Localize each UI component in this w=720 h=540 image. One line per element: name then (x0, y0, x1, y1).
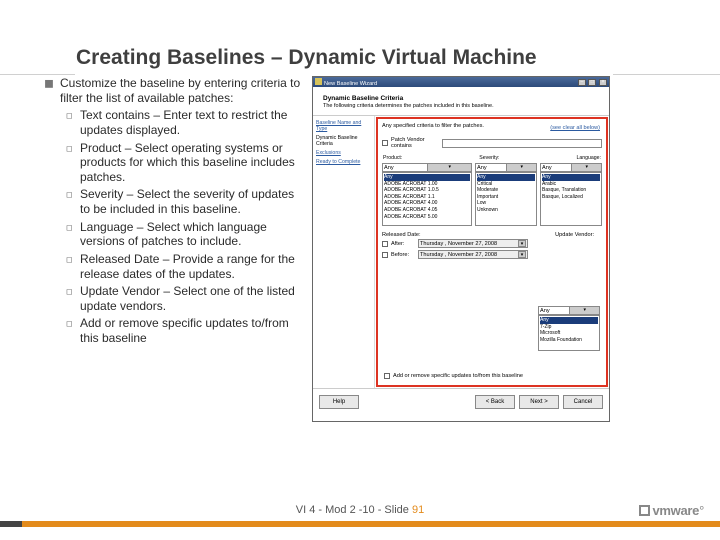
wizard-nav-item[interactable]: Baseline Name and Type (316, 120, 371, 132)
sub-item: Update Vendor – Select one of the listed… (80, 284, 302, 313)
bullet-icon: ◼ (44, 76, 60, 105)
list-item[interactable]: Arabic (542, 181, 600, 188)
vendor-label: Update Vendor: (555, 232, 594, 238)
filter-label: Patch Vendor contains (391, 137, 439, 149)
before-checkbox[interactable] (382, 252, 388, 258)
before-label: Before: (391, 252, 415, 258)
wizard-pane: Any specified criteria to filter the pat… (376, 117, 608, 387)
slide-title: Creating Baselines – Dynamic Virtual Mac… (76, 46, 676, 70)
sub-item: Released Date – Provide a range for the … (80, 252, 302, 281)
sub-item: Add or remove specific updates to/from t… (80, 316, 302, 345)
addrem-label: Add or remove specific updates to/from t… (393, 373, 523, 379)
wizard-titlebar[interactable]: New Baseline Wizard – □ × (313, 77, 609, 87)
col-language: Language: (576, 155, 601, 161)
vendor-listbox[interactable]: Any7-ZipMicrosoftMozilla Foundation (538, 315, 600, 351)
list-item[interactable]: Any (542, 174, 600, 181)
filter-hint: Any specified criteria to filter the pat… (382, 123, 484, 129)
sub-bullet-icon: ◻ (66, 141, 80, 185)
vendor-combo[interactable]: Any▾ (538, 306, 600, 315)
list-item[interactable]: Critical (477, 181, 535, 188)
cancel-button[interactable]: Cancel (563, 395, 603, 409)
list-item[interactable]: ADOBE ACROBAT 1.00 (384, 181, 470, 188)
after-checkbox[interactable] (382, 241, 388, 247)
list-item[interactable]: Basque, Localized (542, 194, 600, 201)
sub-bullet-icon: ◻ (66, 252, 80, 281)
list-item[interactable]: Any (540, 317, 598, 324)
list-item[interactable]: ADOBE ACROBAT 4.05 (384, 207, 470, 214)
sub-bullet-icon: ◻ (66, 220, 80, 249)
language-listbox[interactable]: AnyArabicBasque, TranslationBasque, Loca… (540, 172, 602, 226)
sub-item: Text contains – Enter text to restrict t… (80, 108, 302, 137)
wizard-window: New Baseline Wizard – □ × Dynamic Baseli… (312, 76, 610, 422)
chevron-down-icon: ▾ (506, 164, 537, 171)
col-product: Product: (383, 155, 402, 161)
list-item[interactable]: Low (477, 200, 535, 207)
list-item[interactable]: 7-Zip (540, 324, 598, 331)
text-column: ◼ Customize the baseline by entering cri… (44, 76, 302, 346)
close-button[interactable]: × (599, 79, 607, 86)
list-item[interactable]: ADOBE ACROBAT 5.00 (384, 214, 470, 221)
after-label: After: (391, 241, 415, 247)
released-label: Released Date: (382, 232, 421, 238)
wizard-icon (315, 78, 322, 85)
chevron-down-icon: ▾ (427, 164, 472, 171)
list-item[interactable]: Any (384, 174, 470, 181)
wizard-title: New Baseline Wizard (324, 81, 377, 87)
chevron-down-icon: ▾ (569, 307, 600, 314)
list-item[interactable]: Important (477, 194, 535, 201)
list-item[interactable]: Any (477, 174, 535, 181)
wizard-nav-item[interactable]: Ready to Complete (316, 159, 371, 165)
clear-all-link[interactable]: (see clear all below) (550, 125, 600, 131)
wizard-nav-item[interactable]: Exclusions (316, 150, 371, 156)
sub-bullet-icon: ◻ (66, 187, 80, 216)
list-item[interactable]: Basque, Translation (542, 187, 600, 194)
col-severity: Severity: (479, 155, 499, 161)
after-date[interactable]: Thursday , November 27, 2008▾ (418, 239, 528, 248)
list-item[interactable]: Mozilla Foundation (540, 337, 598, 344)
chevron-down-icon: ▾ (518, 251, 526, 258)
lead-text: Customize the baseline by entering crite… (60, 76, 302, 105)
next-button[interactable]: Next > (519, 395, 559, 409)
list-item[interactable]: ADOBE ACROBAT 1.0.5 (384, 187, 470, 194)
footer: VI 4 - Mod 2 -10 - Slide 91 vmware° (0, 508, 720, 540)
sub-bullet-icon: ◻ (66, 284, 80, 313)
maximize-button[interactable]: □ (588, 79, 596, 86)
minimize-button[interactable]: – (578, 79, 586, 86)
vendor-box: Any▾ Any7-ZipMicrosoftMozilla Foundation (538, 306, 600, 351)
product-combo[interactable]: Any▾ (382, 163, 472, 172)
wizard-nav-item[interactable]: Dynamic Baseline Criteria (316, 135, 371, 147)
sub-item: Product – Select operating systems or pr… (80, 141, 302, 185)
list-item[interactable]: Moderate (477, 187, 535, 194)
filter-checkbox[interactable] (382, 140, 388, 146)
addrem-checkbox[interactable] (384, 373, 390, 379)
footer-text: VI 4 - Mod 2 -10 - Slide (296, 504, 409, 516)
back-button[interactable]: < Back (475, 395, 515, 409)
wizard-subheading: The following criteria determines the pa… (323, 103, 601, 109)
sub-item: Severity – Select the severity of update… (80, 187, 302, 216)
before-date[interactable]: Thursday , November 27, 2008▾ (418, 250, 528, 259)
product-listbox[interactable]: AnyADOBE ACROBAT 1.00ADOBE ACROBAT 1.0.5… (382, 172, 472, 226)
language-combo[interactable]: Any▾ (540, 163, 602, 172)
footer-accent (0, 521, 720, 527)
severity-listbox[interactable]: AnyCriticalModerateImportantLowUnknown (475, 172, 537, 226)
list-item[interactable]: Microsoft (540, 330, 598, 337)
chevron-down-icon: ▾ (518, 240, 526, 247)
sub-bullet-icon: ◻ (66, 108, 80, 137)
chevron-down-icon: ▾ (571, 164, 602, 171)
list-item[interactable]: Unknown (477, 207, 535, 214)
filter-input[interactable] (442, 139, 602, 148)
wizard-nav: Baseline Name and Type Dynamic Baseline C… (313, 116, 375, 388)
list-item[interactable]: ADOBE ACROBAT 4.00 (384, 200, 470, 207)
help-button[interactable]: Help (319, 395, 359, 409)
vmware-logo: vmware° (639, 503, 704, 518)
wizard-heading: Dynamic Baseline Criteria (323, 95, 601, 102)
sub-bullet-icon: ◻ (66, 316, 80, 345)
sub-item: Language – Select which language version… (80, 220, 302, 249)
severity-combo[interactable]: Any▾ (475, 163, 537, 172)
list-item[interactable]: ADOBE ACROBAT 1.1 (384, 194, 470, 201)
page-number: 91 (412, 504, 424, 516)
